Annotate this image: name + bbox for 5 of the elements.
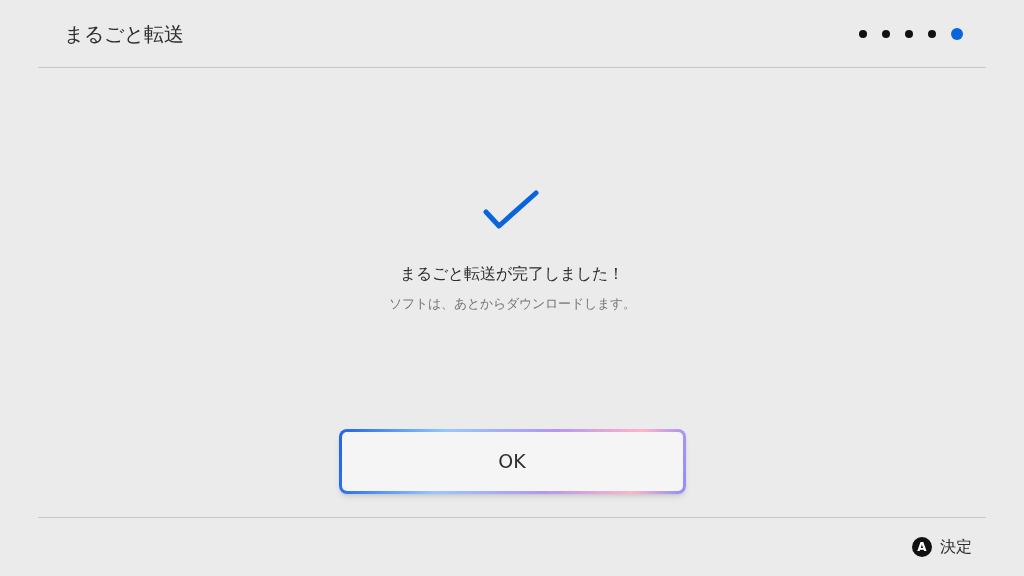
page-title: まるごと転送	[64, 20, 184, 48]
info-text: ソフトは、あとからダウンロードします。	[388, 295, 636, 313]
button-glyph-icon: A	[912, 537, 932, 557]
completion-message: まるごと転送が完了しました！	[400, 263, 624, 285]
hint-label: 決定	[940, 536, 972, 558]
